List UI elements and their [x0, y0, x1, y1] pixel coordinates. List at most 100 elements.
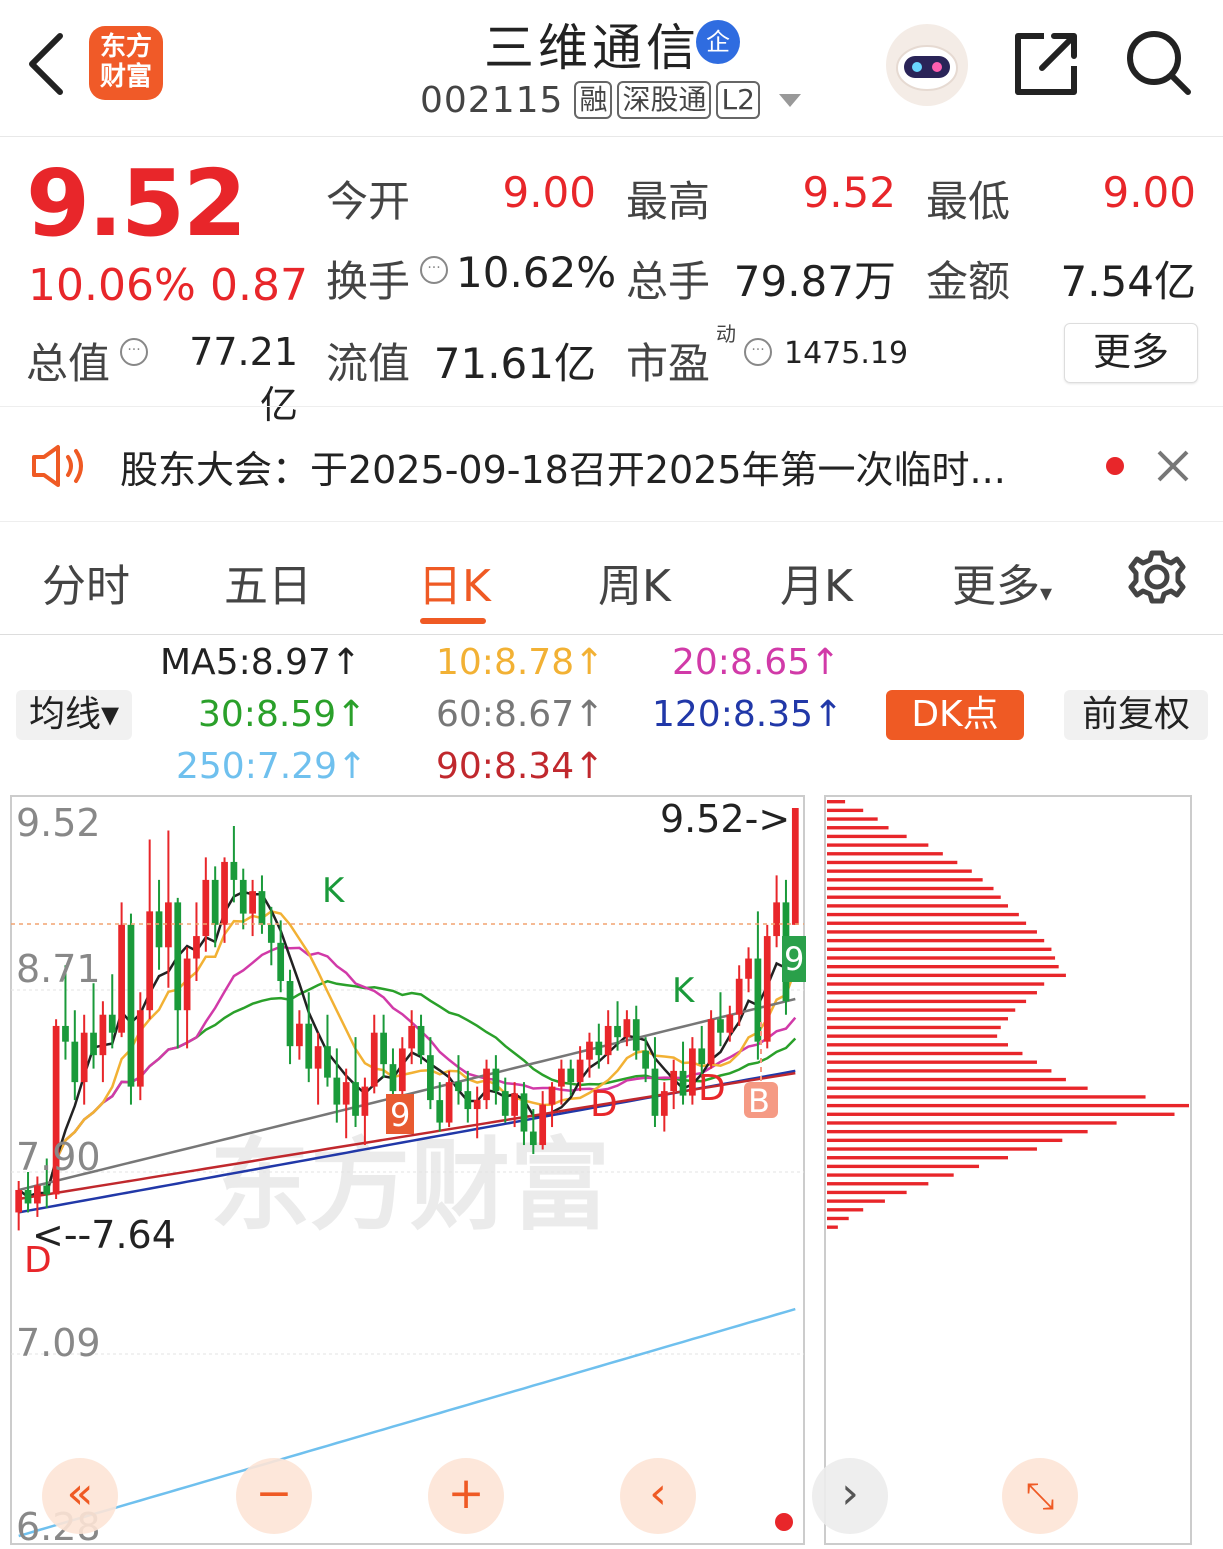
- candle-body: [389, 1064, 397, 1092]
- chevron-left-icon: ‹: [649, 1468, 667, 1519]
- tab-weekly-k[interactable]: 周K: [598, 550, 671, 614]
- moving-average-dropdown[interactable]: 均线▾: [16, 690, 132, 740]
- candle: [791, 808, 799, 925]
- watermark: 东方财富: [210, 1127, 610, 1244]
- volume-profile-bar: [827, 982, 1045, 986]
- status-dot: [775, 1513, 793, 1531]
- info-icon[interactable]: ···: [120, 338, 148, 366]
- chevron-left-icon: [29, 33, 63, 95]
- candle-body: [118, 924, 125, 1033]
- zoom-out-button[interactable]: −: [236, 1458, 312, 1534]
- volume-profile-bar: [827, 973, 1066, 978]
- candle-body: [267, 924, 275, 943]
- pe-value: 1475.19: [784, 336, 909, 371]
- notice-bar[interactable]: 股东大会：于2025-09-18召开2025年第一次临时...: [0, 406, 1223, 522]
- info-icon[interactable]: ···: [744, 338, 772, 366]
- settings-gear-icon[interactable]: [1128, 548, 1186, 606]
- candle-body: [108, 1014, 116, 1033]
- candle-body: [539, 1104, 547, 1146]
- candle-body: [464, 1091, 472, 1110]
- candle-body: [286, 981, 294, 1047]
- candle-body: [146, 911, 154, 1011]
- float-cap-value: 71.61亿: [433, 339, 596, 388]
- tab-intraday[interactable]: 分时: [42, 550, 130, 614]
- volume-profile-bar: [827, 956, 1056, 960]
- level2-tag: L2: [716, 81, 760, 119]
- candle-body: [211, 879, 219, 925]
- tab-more[interactable]: 更多▾: [952, 550, 1052, 614]
- zoom-in-button[interactable]: +: [428, 1458, 504, 1534]
- logo-line-2: 财富: [99, 62, 152, 92]
- volume-profile-bar: [827, 1147, 1037, 1151]
- info-icon[interactable]: ···: [420, 256, 448, 284]
- tab-monthly-k[interactable]: 月K: [780, 550, 853, 614]
- ma20-value: 20:8.65↑: [672, 642, 841, 683]
- tab-daily-k[interactable]: 日K: [418, 550, 491, 614]
- low-value: 9.00: [1102, 168, 1196, 217]
- back-button[interactable]: [20, 24, 76, 104]
- ma30-value: 30:8.59↑: [198, 694, 367, 735]
- tab-five-day[interactable]: 五日: [224, 550, 312, 614]
- enterprise-badge: 企: [696, 20, 740, 64]
- dk-point-button[interactable]: DK点: [886, 690, 1024, 740]
- volume-profile-bar: [827, 1225, 838, 1229]
- candle-body: [586, 1041, 593, 1060]
- minus-icon: −: [255, 1468, 293, 1519]
- ma5-value: MA5:8.97↑: [160, 642, 362, 683]
- volume-profile-bar: [827, 1173, 954, 1177]
- more-quote-button[interactable]: 更多: [1064, 323, 1198, 383]
- candle-body: [80, 1032, 88, 1083]
- stock-code: 002115: [420, 79, 564, 121]
- app-logo[interactable]: 东方 财富: [89, 26, 163, 100]
- volume-profile-bar: [827, 800, 846, 804]
- candle-body: [127, 924, 135, 1087]
- candle-body: [501, 1091, 509, 1116]
- count-nine-label: 9: [390, 1096, 410, 1134]
- chevron-right-icon: ›: [841, 1468, 859, 1519]
- close-icon[interactable]: [1156, 449, 1190, 483]
- ai-assistant-button[interactable]: [886, 24, 968, 106]
- kline-chart[interactable]: 东方财富 9.52 8.71 7.90 7.09 6.28 9.52-> <--…: [0, 790, 1223, 1549]
- candle-body: [773, 902, 780, 937]
- scroll-right-button[interactable]: ›: [812, 1458, 888, 1534]
- signal-label-d: D: [24, 1240, 52, 1281]
- volume-profile-frame: [824, 795, 1192, 1545]
- stock-code-row[interactable]: 002115 融 深股通 L2: [420, 78, 801, 122]
- candle-body: [202, 879, 210, 937]
- volume-profile-bar: [827, 1025, 1001, 1030]
- forward-adjust-button[interactable]: 前复权: [1064, 690, 1208, 740]
- candle-body: [567, 1068, 575, 1083]
- candle-body: [707, 1019, 715, 1065]
- volume-profile-bar: [827, 878, 983, 882]
- candle-body: [670, 1070, 678, 1092]
- expand-icon: ⤡: [1025, 1476, 1055, 1517]
- scroll-left-button[interactable]: ‹: [620, 1458, 696, 1534]
- volume-profile-bar: [827, 930, 1037, 934]
- candle-body: [455, 1082, 462, 1092]
- candle-body: [296, 1023, 303, 1047]
- candle-body: [352, 1082, 359, 1116]
- ma250-value: 250:7.29↑: [176, 746, 368, 787]
- candle-body: [445, 1082, 453, 1123]
- low-price-marker: <--7.64: [32, 1213, 176, 1257]
- jump-start-button[interactable]: «: [42, 1458, 118, 1534]
- volume-profile-bar: [827, 1103, 1189, 1108]
- volume-profile-bar: [827, 895, 1001, 899]
- share-button[interactable]: [1010, 28, 1082, 100]
- volume-profile-bar: [827, 1086, 1088, 1090]
- candle-body: [165, 902, 172, 948]
- candle-body: [62, 1025, 69, 1042]
- candle-body: [24, 1189, 32, 1204]
- candle-body: [427, 1055, 434, 1101]
- volume-profile-bar: [827, 1190, 907, 1195]
- volume-profile-bar: [827, 1216, 849, 1221]
- candle: [127, 913, 135, 1105]
- candle-body: [436, 1100, 444, 1123]
- candle-body: [726, 1014, 734, 1033]
- search-icon: [1127, 31, 1191, 95]
- volume-profile-bar: [827, 886, 994, 891]
- fullscreen-button[interactable]: ⤡: [1002, 1458, 1078, 1534]
- search-button[interactable]: [1122, 26, 1194, 98]
- candle-body: [576, 1059, 584, 1083]
- ma10-value: 10:8.78↑: [436, 642, 605, 683]
